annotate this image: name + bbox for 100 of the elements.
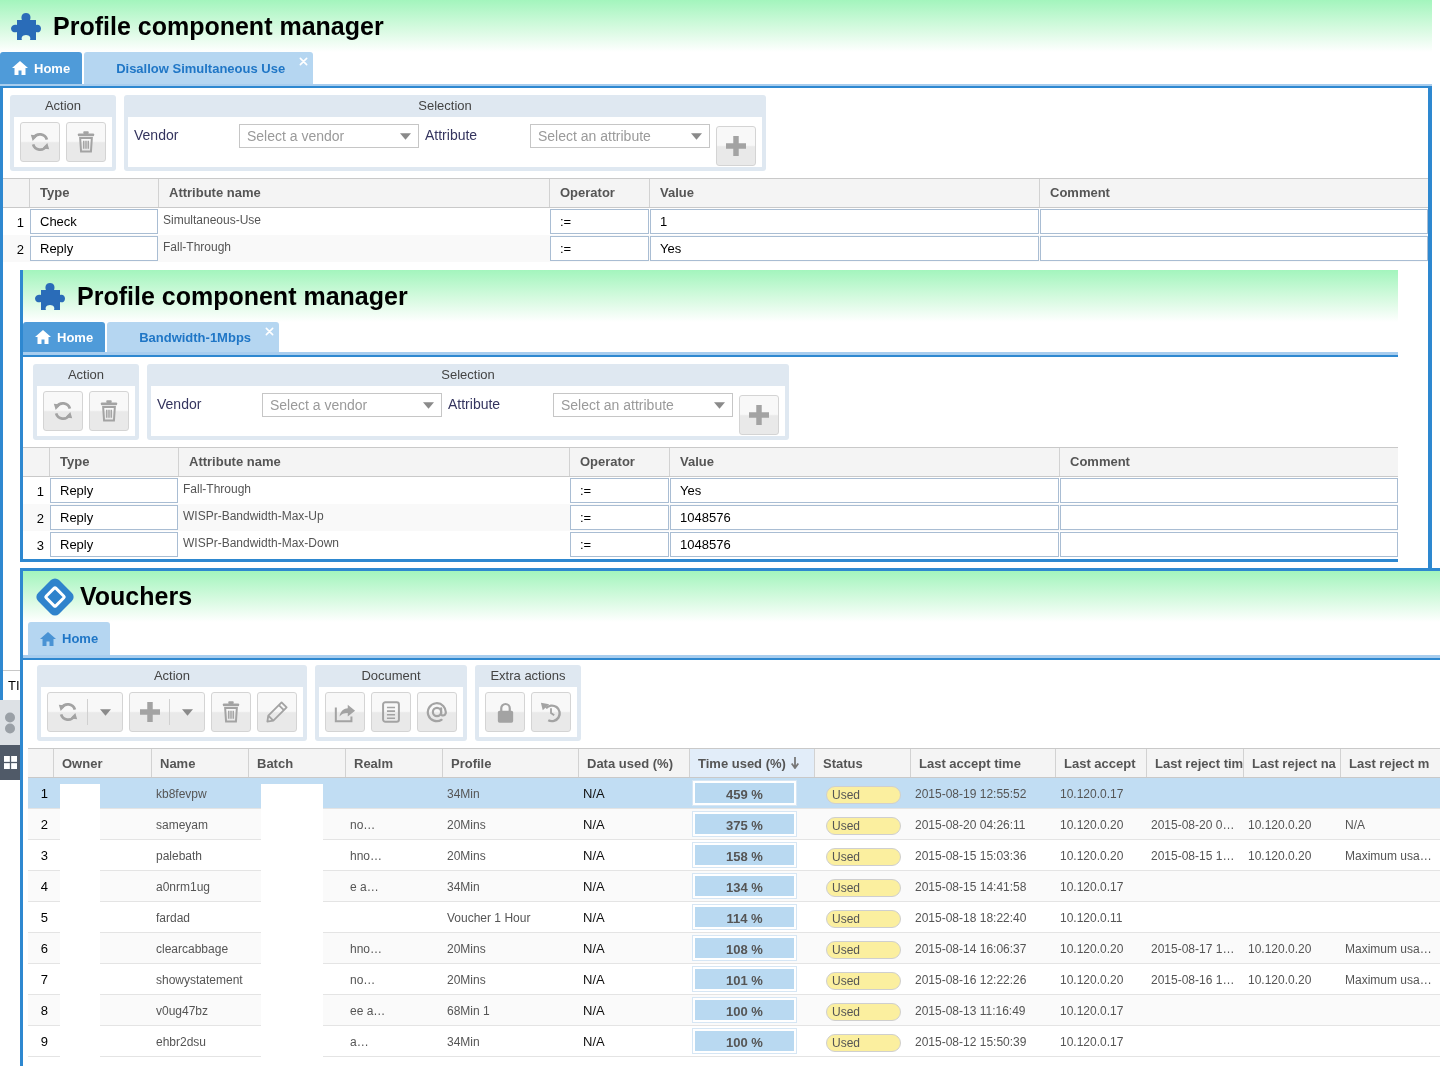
time-used-reading: 158 % (726, 849, 763, 864)
attribute-select[interactable]: Select an attribute (530, 124, 710, 148)
export-button[interactable] (325, 692, 365, 732)
type-field[interactable]: Reply (50, 478, 178, 503)
status-badge: Used (826, 941, 901, 959)
row-number: 6 (40, 941, 48, 956)
add-button[interactable] (129, 692, 205, 732)
caret-icon[interactable] (400, 133, 411, 140)
time-used-reading: 101 % (726, 973, 763, 988)
column-header[interactable]: Status (814, 749, 910, 777)
data-used-value: N/A (583, 1003, 605, 1018)
add-button[interactable] (739, 395, 779, 435)
voucher-name: kb8fevpw (156, 787, 207, 801)
column-header[interactable]: Last accept time (910, 749, 1055, 777)
delete-button[interactable] (211, 692, 251, 732)
time-used-reading: 108 % (726, 942, 763, 957)
value-field[interactable]: 1048576 (670, 532, 1059, 557)
operator-field[interactable]: := (550, 236, 649, 261)
accept-nas-address: 10.120.0.20 (1060, 973, 1124, 987)
column-header: Comment (1039, 179, 1428, 207)
time-used-reading: 375 % (726, 818, 763, 833)
close-icon[interactable] (265, 327, 275, 336)
vendor-select[interactable]: Select a vendor (239, 124, 419, 148)
accept-time: 2015-08-16 12:22:26 (915, 973, 1027, 987)
realm-name: a… (350, 1035, 369, 1049)
value-field[interactable]: 1048576 (670, 505, 1059, 530)
attribute-name: WISPr-Bandwidth-Max-Down (183, 536, 340, 550)
accept-nas-address: 10.120.0.17 (1060, 1004, 1124, 1018)
column-header[interactable]: Last reject m (1340, 749, 1440, 777)
column-header: Comment (1059, 448, 1398, 476)
email-button[interactable] (417, 692, 457, 732)
column-header[interactable]: Last reject na (1243, 749, 1340, 777)
lock-button[interactable] (485, 692, 525, 732)
window-grid-icon[interactable] (3, 756, 17, 769)
delete-button[interactable] (66, 122, 106, 162)
column-header[interactable]: Profile (442, 749, 578, 777)
row-number: 9 (40, 1034, 48, 1049)
data-used-value: N/A (583, 941, 605, 956)
type-field[interactable]: Reply (50, 532, 178, 557)
accept-time: 2015-08-12 15:50:39 (915, 1035, 1027, 1049)
reject-nas-address: 10.120.0.20 (1248, 818, 1312, 832)
refresh-button[interactable] (47, 692, 123, 732)
type-field[interactable]: Reply (50, 505, 178, 530)
operator-field[interactable]: := (570, 505, 669, 530)
profile-name: Voucher 1 Hour (447, 911, 531, 925)
add-button[interactable] (716, 126, 756, 166)
value-field[interactable]: Yes (650, 236, 1039, 261)
trash-icon (222, 701, 240, 723)
comment-field[interactable] (1060, 505, 1398, 530)
at-sign-icon (426, 701, 448, 723)
comment-field[interactable] (1040, 236, 1428, 261)
home-icon (40, 631, 56, 646)
comment-field[interactable] (1060, 532, 1398, 557)
refresh-button[interactable] (43, 391, 83, 431)
field-label: Vendor (157, 396, 203, 412)
restore-button[interactable] (531, 692, 571, 732)
value-field[interactable]: Yes (670, 478, 1059, 503)
column-header[interactable]: Batch (248, 749, 345, 777)
operator-field[interactable]: := (570, 532, 669, 557)
operator-field[interactable]: := (550, 209, 649, 234)
row-number: 3 (36, 538, 44, 553)
column-header[interactable]: Time used (%) (689, 749, 814, 777)
column-header[interactable]: Last reject tim (1146, 749, 1243, 777)
realm-name: hno… (350, 942, 383, 956)
column-header[interactable]: Last accept (1055, 749, 1146, 777)
close-icon[interactable] (299, 57, 309, 66)
row-number: 5 (40, 910, 48, 925)
document-button[interactable] (371, 692, 411, 732)
caret-icon (99, 708, 111, 716)
edit-button[interactable] (257, 692, 297, 732)
comment-field[interactable] (1040, 209, 1428, 234)
column-header: Attribute name (178, 448, 569, 476)
status-badge: Used (826, 848, 901, 866)
document-icon (382, 701, 400, 723)
type-field[interactable]: Check (30, 209, 158, 234)
caret-icon[interactable] (423, 402, 434, 409)
operator-field[interactable]: := (570, 478, 669, 503)
refresh-icon (29, 131, 51, 153)
refresh-button[interactable] (20, 122, 60, 162)
window-title: Profile component manager (53, 11, 384, 41)
profile-name: 34Min (447, 787, 480, 801)
caret-icon[interactable] (714, 402, 725, 409)
column-header[interactable]: Realm (345, 749, 442, 777)
sort-arrow-icon (790, 757, 799, 769)
type-field[interactable]: Reply (30, 236, 158, 261)
status-badge: Used (826, 817, 901, 835)
delete-button[interactable] (89, 391, 129, 431)
realm-name: no… (350, 973, 376, 987)
comment-field[interactable] (1060, 478, 1398, 503)
window-title: Profile component manager (77, 281, 408, 311)
row-number: 8 (40, 1003, 48, 1018)
value-field[interactable]: 1 (650, 209, 1039, 234)
caret-icon[interactable] (691, 133, 702, 140)
vendor-select[interactable]: Select a vendor (262, 393, 442, 417)
accept-time: 2015-08-18 18:22:40 (915, 911, 1027, 925)
attribute-select[interactable]: Select an attribute (553, 393, 733, 417)
column-header[interactable]: Name (151, 749, 248, 777)
row-number: 2 (16, 242, 24, 257)
reject-message: Maximum usa… (1345, 849, 1432, 863)
time-used-reading: 459 % (726, 787, 763, 802)
